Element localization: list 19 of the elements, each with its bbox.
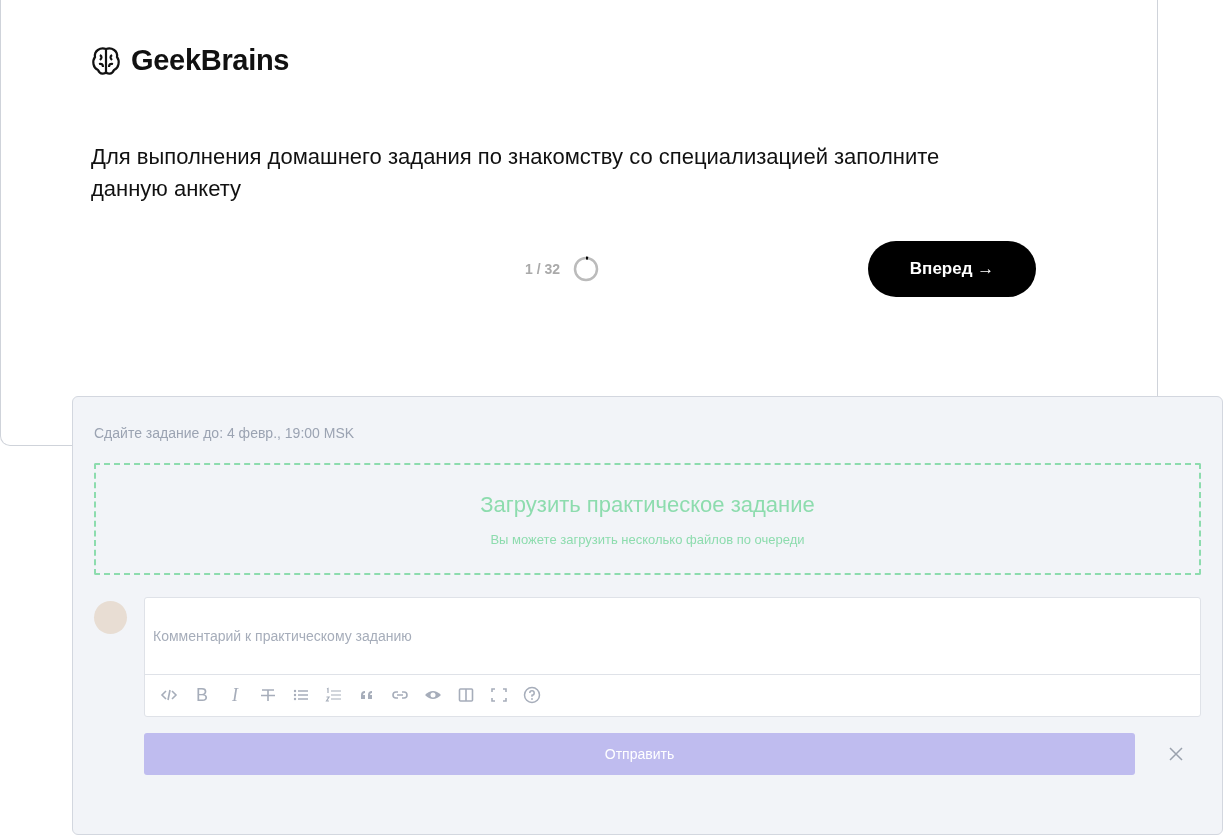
numbered-list-icon[interactable] [325,686,343,704]
upload-title: Загрузить практическое задание [480,491,815,518]
strikethrough-icon[interactable] [259,686,277,704]
deadline-text: Сдайте задание до: 4 февр., 19:00 MSK [94,425,356,441]
upload-dropzone[interactable]: Загрузить практическое задание Вы можете загрузить несколько файлов по очереди [94,463,1201,575]
brain-logo-icon [91,45,121,76]
next-button[interactable]: Вперед → [868,241,1037,297]
progress-counter: 1 / 32 [525,261,561,277]
close-icon[interactable] [1169,747,1183,761]
logo-wordmark: GeekBrains [131,44,290,77]
upload-hint: Вы можете загрузить несколько файлов по очереди [490,531,805,547]
fullscreen-icon[interactable] [490,686,508,704]
question-text: Для выполнения домашнего задания по знакомству со специализацией заполните данную анкету [91,143,941,203]
avatar [94,601,127,634]
bold-button[interactable]: B [193,686,211,704]
italic-button[interactable]: I [226,686,244,704]
comment-field[interactable]: Комментарий к практическому заданию B I [144,597,1201,717]
help-icon[interactable] [523,686,541,704]
columns-icon[interactable] [457,686,475,704]
